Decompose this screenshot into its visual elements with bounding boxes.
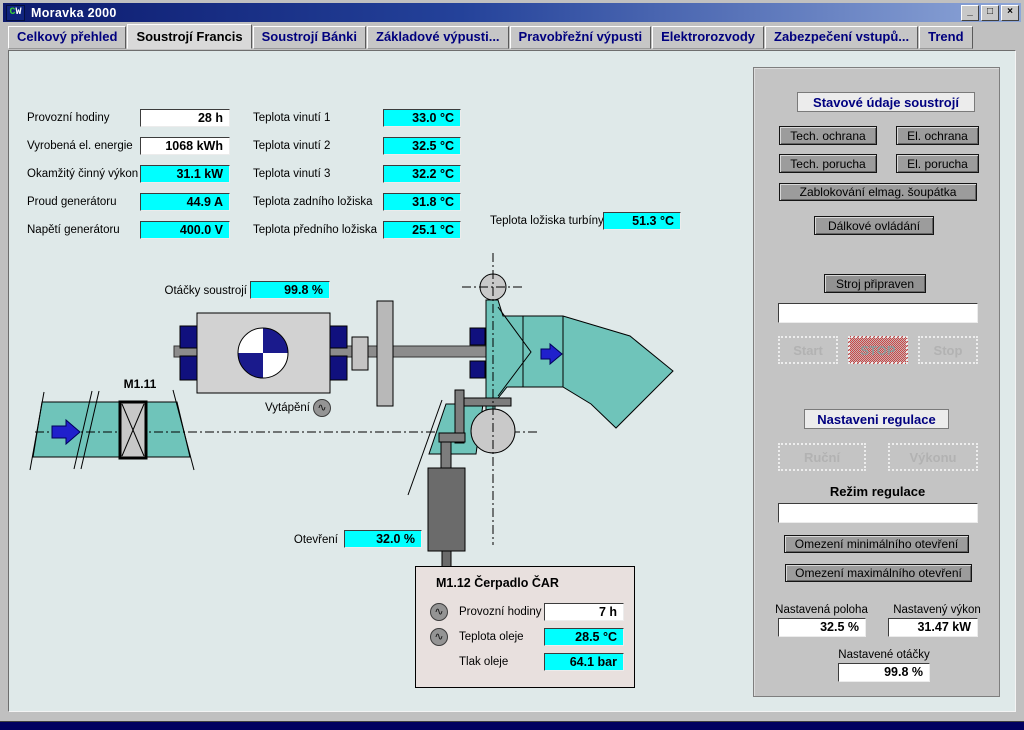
teplota-vinuti2-label: Teplota vinutí 2: [253, 137, 330, 155]
vyrobena-energie-value: 1068 kWh: [140, 137, 230, 155]
tab-zabezpeceni-vstupu[interactable]: Zabezpečení vstupů...: [765, 26, 918, 49]
teplota-vinuti1-label: Teplota vinutí 1: [253, 109, 330, 127]
app-icon: CW: [6, 5, 25, 21]
tab-pravobrezni-vypusti[interactable]: Pravobřežní výpusti: [510, 26, 652, 49]
pump-tlak-oleje-label: Tlak oleje: [459, 653, 508, 671]
nastavene-otacky-value: 99.8 %: [838, 663, 930, 682]
otacky-soustroji-value: 99.8 %: [250, 281, 330, 299]
napeti-generatoru-label: Napětí generátoru: [27, 221, 120, 239]
teplota-zadniho-loziska-value: 31.8 °C: [383, 193, 461, 211]
tab-bar: Celkový přehled Soustrojí Francis Soustr…: [8, 24, 1016, 48]
pump-tlak-oleje-value: 64.1 bar: [544, 653, 624, 671]
pump-panel: M1.12 Čerpadlo ČAR ∿ Provozní hodiny 7 h…: [415, 566, 635, 688]
teplota-predniho-loziska-label: Teplota předního ložiska: [253, 221, 377, 239]
maximize-icon[interactable]: □: [981, 5, 999, 21]
vykonu-button[interactable]: Výkonu: [888, 443, 978, 471]
oil-temp-icon: ∿: [430, 628, 448, 646]
otevreni-value: 32.0 %: [344, 530, 422, 548]
tab-celkovy-prehled[interactable]: Celkový přehled: [8, 26, 126, 49]
teplota-vinuti1-value: 33.0 °C: [383, 109, 461, 127]
valve-m111-label: M1.11: [118, 375, 162, 393]
teplota-vinuti3-value: 32.2 °C: [383, 165, 461, 183]
vytapeni-label: Vytápění: [250, 399, 310, 417]
teplota-vinuti3-label: Teplota vinutí 3: [253, 165, 330, 183]
otacky-soustroji-label: Otáčky soustrojí: [148, 282, 247, 300]
heating-icon: ∿: [313, 399, 331, 417]
teplota-predniho-loziska-value: 25.1 °C: [383, 221, 461, 239]
teplota-vinuti2-value: 32.5 °C: [383, 137, 461, 155]
tab-trend[interactable]: Trend: [919, 26, 972, 49]
tech-porucha-indicator[interactable]: Tech. porucha: [779, 154, 877, 173]
el-porucha-indicator[interactable]: El. porucha: [896, 154, 979, 173]
pump-teplota-oleje-label: Teplota oleje: [459, 628, 524, 646]
machine-status-field[interactable]: [778, 303, 978, 323]
nastavena-poloha-label: Nastavená poloha: [764, 604, 879, 616]
teplota-zadniho-loziska-label: Teplota zadního ložiska: [253, 193, 373, 211]
minimize-icon[interactable]: _: [961, 5, 979, 21]
close-icon[interactable]: ×: [1001, 5, 1019, 21]
provozni-hodiny-label: Provozní hodiny: [27, 109, 109, 127]
proud-generatoru-value: 44.9 A: [140, 193, 230, 211]
nastaveny-vykon-value: 31.47 kW: [888, 618, 978, 637]
stop-button[interactable]: Stop: [918, 336, 978, 364]
napeti-generatoru-value: 400.0 V: [140, 221, 230, 239]
regulace-title: Nastaveni regulace: [804, 409, 949, 429]
scada-window: { "window": {"title": "Moravka 2000", "i…: [0, 0, 1024, 730]
status-panel-title: Stavové údaje soustrojí: [797, 92, 975, 112]
otevreni-label: Otevření: [290, 531, 338, 549]
omezeni-max-button[interactable]: Omezení maximálního otevření: [785, 564, 972, 582]
nastavene-otacky-label: Nastavené otáčky: [824, 649, 944, 661]
stroj-pripraven-indicator[interactable]: Stroj připraven: [824, 274, 926, 293]
cinny-vykon-label: Okamžitý činný výkon: [27, 165, 138, 183]
tab-soustroji-francis[interactable]: Soustrojí Francis: [127, 24, 251, 49]
cinny-vykon-value: 31.1 kW: [140, 165, 230, 183]
pump-provozni-hodiny-label: Provozní hodiny: [459, 603, 541, 621]
tech-ochrana-indicator[interactable]: Tech. ochrana: [779, 126, 877, 145]
proud-generatoru-label: Proud generátoru: [27, 193, 117, 211]
title-bar: CW Moravka 2000 _ □ ×: [3, 3, 1021, 22]
status-panel: Stavové údaje soustrojí Tech. ochrana El…: [753, 67, 1000, 697]
emergency-stop-button[interactable]: STOP: [848, 336, 908, 364]
dalkove-ovladani-indicator[interactable]: Dálkové ovládání: [814, 216, 934, 235]
pump-teplota-oleje-value: 28.5 °C: [544, 628, 624, 646]
omezeni-min-button[interactable]: Omezení minimálního otevření: [784, 535, 969, 553]
teplota-loziska-turbiny-label: Teplota ložiska turbíny: [490, 212, 604, 230]
vyrobena-energie-label: Vyrobená el. energie: [27, 137, 133, 155]
provozni-hodiny-value: 28 h: [140, 109, 230, 127]
el-ochrana-indicator[interactable]: El. ochrana: [896, 126, 979, 145]
nastavena-poloha-value: 32.5 %: [778, 618, 866, 637]
window-bottom-border: [0, 721, 1024, 730]
rezim-regulace-field[interactable]: [778, 503, 978, 523]
tab-soustroji-banki[interactable]: Soustrojí Bánki: [253, 26, 366, 49]
window-title: Moravka 2000: [31, 6, 117, 20]
pump-provozni-hodiny-value: 7 h: [544, 603, 624, 621]
start-button[interactable]: Start: [778, 336, 838, 364]
tab-zakladove-vypusti[interactable]: Základové výpusti...: [367, 26, 509, 49]
rezim-regulace-label: Režim regulace: [754, 484, 1001, 499]
teplota-loziska-turbiny-value: 51.3 °C: [603, 212, 681, 230]
tab-elektrorozvody[interactable]: Elektrorozvody: [652, 26, 764, 49]
nastaveny-vykon-label: Nastavený výkon: [882, 604, 992, 616]
zablokovani-soupatka-indicator[interactable]: Zablokování elmag. šoupátka: [779, 183, 977, 201]
rucni-button[interactable]: Ruční: [778, 443, 866, 471]
motor-icon: ∿: [430, 603, 448, 621]
pump-panel-title: M1.12 Čerpadlo ČAR: [436, 576, 559, 590]
